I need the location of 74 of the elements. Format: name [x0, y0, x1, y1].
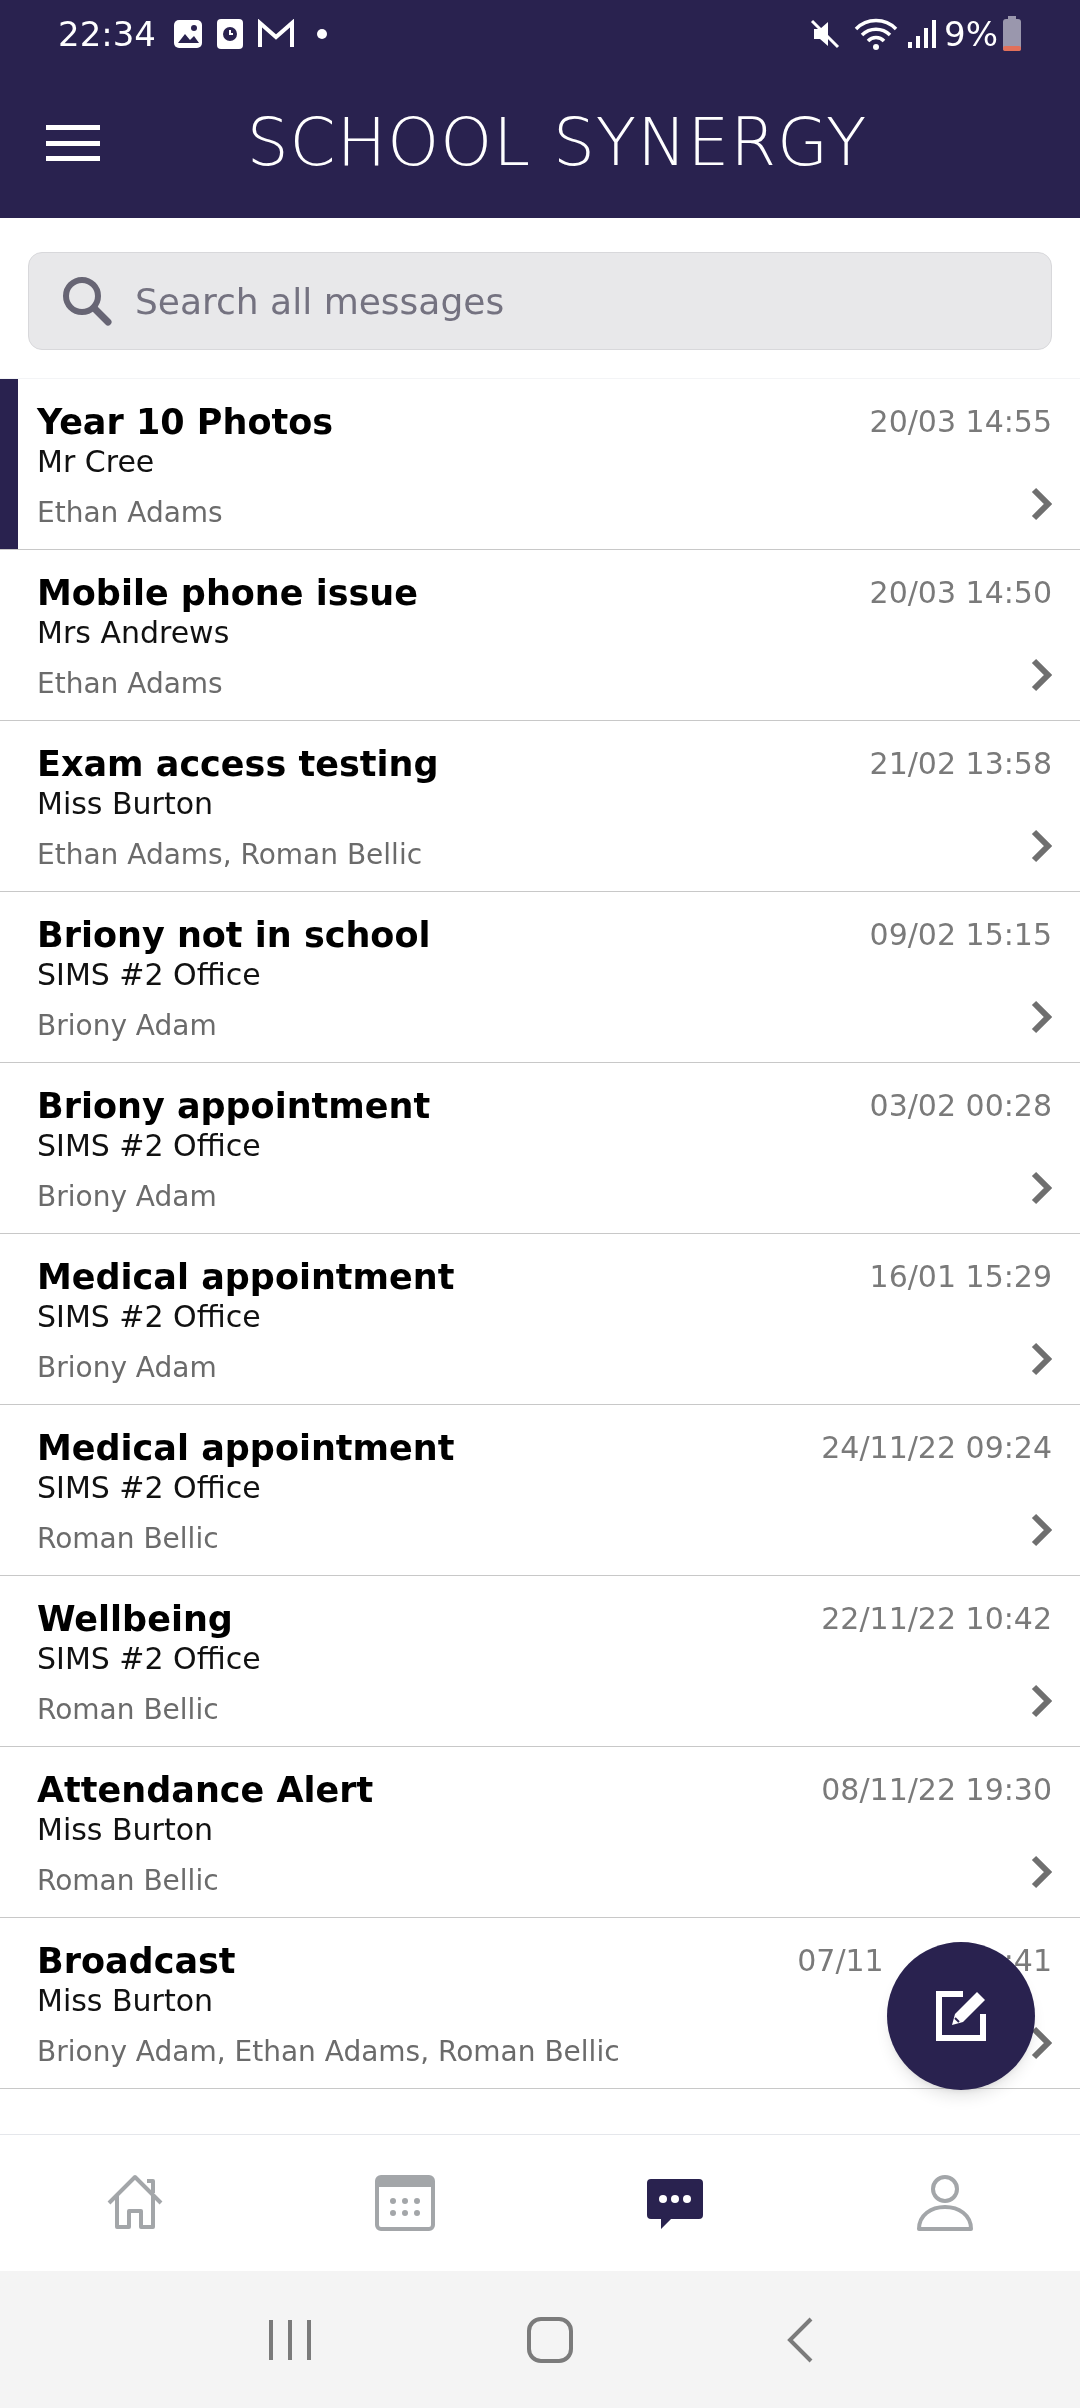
message-row[interactable]: Mobile phone issue Mrs Andrews Ethan Adams 20/03 14:50	[0, 550, 1080, 721]
message-sender: Miss Burton	[37, 1982, 215, 2020]
message-sender: SIMS #2 Office	[37, 1469, 262, 1507]
message-date: 24/11/22 09:24	[821, 1429, 1052, 1467]
message-recipients: Briony Adam	[37, 1350, 218, 1386]
message-sender: Miss Burton	[37, 785, 215, 823]
chevron-icon	[1030, 658, 1052, 692]
message-subject: Wellbeing	[37, 1598, 234, 1640]
message-sender: Mrs Andrews	[37, 614, 231, 652]
battery-icon	[1002, 16, 1022, 52]
message-subject: Medical appointment	[37, 1256, 456, 1298]
message-recipients: Briony Adam, Ethan Adams, Roman Bellic	[37, 2034, 621, 2070]
message-date: 20/03 14:55	[869, 403, 1052, 441]
message-recipients: Ethan Adams	[37, 495, 224, 531]
message-sender: SIMS #2 Office	[37, 1298, 262, 1336]
message-row[interactable]: Medical appointment SIMS #2 Office Roman Bellic 24/11/22 09:24	[0, 1405, 1080, 1576]
wifi-icon	[854, 17, 899, 51]
chevron-icon	[1030, 1513, 1052, 1547]
app-logo: SCHOOL SYNERGY	[246, 110, 868, 176]
message-subject: Briony not in school	[37, 914, 432, 956]
message-subject: Briony appointment	[37, 1085, 432, 1127]
message-subject: Attendance Alert	[37, 1769, 375, 1811]
message-recipients: Roman Bellic	[37, 1863, 220, 1899]
message-date: 16/01 15:29	[869, 1258, 1052, 1296]
message-subject: Medical appointment	[37, 1427, 456, 1469]
message-row[interactable]: Briony appointment SIMS #2 Office Briony Adam 03/02 00:28	[0, 1063, 1080, 1234]
clock-icon	[216, 18, 244, 50]
message-row[interactable]: Year 10 Photos Mr Cree Ethan Adams 20/03 14:55	[0, 379, 1080, 550]
message-sender: SIMS #2 Office	[37, 1127, 262, 1165]
message-subject: Exam access testing	[37, 743, 440, 785]
search-icon	[60, 274, 114, 328]
message-recipients: Roman Bellic	[37, 1692, 220, 1728]
message-row[interactable]: Wellbeing SIMS #2 Office Roman Bellic 22/11/22 10:42	[0, 1576, 1080, 1747]
message-sender: Mr Cree	[37, 443, 156, 481]
message-row[interactable]: Attendance Alert Miss Burton Roman Bellic 08/11/22 19:30	[0, 1747, 1080, 1918]
message-sender: SIMS #2 Office	[37, 956, 262, 994]
signal-icon	[906, 18, 937, 50]
home-button-icon[interactable]	[526, 2315, 574, 2364]
message-sender: Miss Burton	[37, 1811, 215, 1849]
message-date: 22/11/22 10:42	[821, 1600, 1052, 1638]
compose-icon	[933, 1988, 989, 2044]
message-row[interactable]: Briony not in school SIMS #2 Office Briony Adam 09/02 15:15	[0, 892, 1080, 1063]
message-date: 07/11	[797, 1942, 884, 1980]
chevron-icon	[1030, 487, 1052, 521]
chevron-icon	[1030, 1171, 1052, 1205]
message-subject: Year 10 Photos	[37, 401, 335, 443]
message-sender: SIMS #2 Office	[37, 1640, 262, 1678]
status-time: 22:34	[58, 12, 156, 56]
gallery-icon	[172, 18, 204, 50]
chevron-icon	[1030, 1342, 1052, 1376]
message-recipients: Briony Adam	[37, 1008, 218, 1044]
message-subject: Mobile phone issue	[37, 572, 420, 614]
menu-button[interactable]	[46, 123, 100, 163]
message-row[interactable]: Exam access testing Miss Burton Ethan Adams, Roman Bellic 21/02 13:58	[0, 721, 1080, 892]
message-recipients: Ethan Adams, Roman Bellic	[37, 837, 424, 873]
chevron-icon	[1030, 1000, 1052, 1034]
chevron-icon	[1030, 1855, 1052, 1889]
message-date: 21/02 13:58	[869, 745, 1052, 783]
message-row[interactable]: Medical appointment SIMS #2 Office Briony Adam 16/01 15:29	[0, 1234, 1080, 1405]
message-subject: Broadcast	[37, 1940, 237, 1982]
message-recipients: Ethan Adams	[37, 666, 224, 702]
message-recipients: Roman Bellic	[37, 1521, 220, 1557]
message-recipients: Briony Adam	[37, 1179, 218, 1215]
message-date: 20/03 14:50	[869, 574, 1052, 612]
chevron-icon	[1030, 2026, 1052, 2060]
search-field[interactable]: Search all messages	[28, 252, 1052, 350]
battery-percentage: 9%	[944, 12, 998, 56]
message-date: 08/11/22 19:30	[821, 1771, 1052, 1809]
chevron-icon	[1030, 829, 1052, 863]
message-date: 09/02 15:15	[869, 916, 1052, 954]
chevron-icon	[1030, 1684, 1052, 1718]
message-date: 03/02 00:28	[869, 1087, 1052, 1125]
mail-icon	[256, 19, 296, 49]
dot-icon	[316, 28, 328, 40]
